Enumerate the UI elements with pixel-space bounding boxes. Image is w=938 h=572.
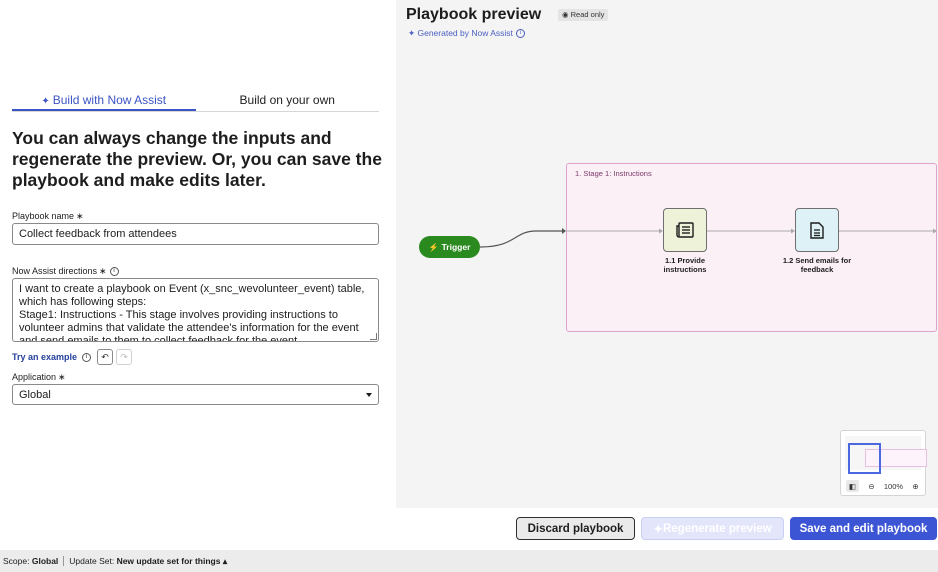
try-example-link[interactable]: Try an example: [12, 352, 77, 362]
minimap[interactable]: ◧ ⊖ 100% ⊕: [840, 430, 927, 496]
zoom-controls: ◧ ⊖ 100% ⊕: [843, 479, 925, 493]
chevron-down-icon: [366, 392, 372, 397]
bolt-icon: ⚡: [428, 242, 439, 252]
document-icon: [810, 221, 824, 239]
news-icon: [676, 222, 694, 238]
minimap-viewport: [845, 436, 927, 474]
application-select[interactable]: Global: [12, 384, 379, 405]
fit-view-icon: ◧: [848, 481, 857, 491]
zoom-in-button[interactable]: ⊕: [909, 480, 922, 492]
activity-node-provide-instructions[interactable]: [663, 208, 707, 252]
scope-value[interactable]: Global: [32, 556, 58, 566]
builder-panel: ✦ Build with Now Assist Build on your own…: [0, 0, 396, 508]
fit-view-button[interactable]: ◧: [845, 480, 859, 492]
status-bar: Scope: Global Update Set: New update set…: [0, 550, 938, 572]
update-set-label: Update Set:: [69, 556, 115, 566]
info-icon[interactable]: i: [109, 267, 119, 277]
undo-button[interactable]: ↶: [97, 349, 114, 365]
node-label: 1.1 Provide instructions: [663, 256, 707, 274]
regenerate-preview-button[interactable]: ✦ Regenerate preview: [641, 517, 784, 540]
resize-handle[interactable]: [370, 333, 377, 340]
required-icon: ∗: [76, 211, 84, 221]
zoom-out-icon: ⊖: [868, 481, 875, 491]
application-value: Global: [19, 388, 51, 401]
save-and-edit-button[interactable]: Save and edit playbook: [790, 517, 937, 540]
arrow-head: [933, 228, 937, 234]
application-label: Application ∗: [12, 372, 66, 382]
playbook-name-label: Playbook name ∗: [12, 211, 84, 221]
page-headline: You can always change the inputs and reg…: [12, 128, 382, 190]
required-icon: ∗: [58, 372, 66, 382]
info-icon[interactable]: i: [82, 352, 92, 362]
preview-panel: Playbook preview ◉ Read only ✦ Generated…: [396, 0, 938, 508]
trigger-node[interactable]: ⚡ Trigger: [419, 236, 480, 258]
tab-label: Build with Now Assist: [52, 93, 167, 107]
required-icon: ∗: [99, 266, 107, 276]
minimap-visible-area[interactable]: [848, 443, 881, 474]
playbook-name-input[interactable]: [12, 223, 379, 245]
undo-icon: ↶: [101, 351, 109, 362]
directions-text: I want to create a playbook on Event (x_…: [19, 283, 365, 342]
zoom-level: 100%: [883, 481, 904, 491]
update-set-picker[interactable]: New update set for things ▴: [117, 556, 228, 567]
divider: [63, 556, 65, 566]
tab-build-on-your-own[interactable]: Build on your own: [196, 92, 380, 111]
arrow-head: [562, 228, 566, 234]
try-example-row: Try an example i ↶ ↷: [12, 349, 133, 365]
trigger-connector: [479, 230, 562, 248]
zoom-out-button[interactable]: ⊖: [865, 480, 878, 492]
tab-label: Build on your own: [239, 93, 335, 107]
redo-button[interactable]: ↷: [116, 349, 133, 365]
builder-tabs: ✦ Build with Now Assist Build on your own: [12, 92, 379, 112]
scope-label: Scope:: [3, 556, 30, 566]
directions-textarea[interactable]: I want to create a playbook on Event (x_…: [12, 278, 379, 342]
action-bar: Discard playbook ✦ Regenerate preview Sa…: [0, 508, 938, 550]
sparkle-icon: ✦: [653, 523, 663, 536]
redo-icon: ↷: [120, 351, 128, 362]
tab-build-with-now-assist[interactable]: ✦ Build with Now Assist: [12, 92, 196, 111]
discard-playbook-button[interactable]: Discard playbook: [516, 517, 635, 540]
activity-node-send-emails[interactable]: [795, 208, 839, 252]
sparkle-icon: ✦: [41, 96, 50, 107]
directions-label: Now Assist directions ∗ i: [12, 266, 119, 277]
node-label: 1.2 Send emails for feedback: [782, 256, 852, 274]
zoom-in-icon: ⊕: [912, 481, 919, 491]
